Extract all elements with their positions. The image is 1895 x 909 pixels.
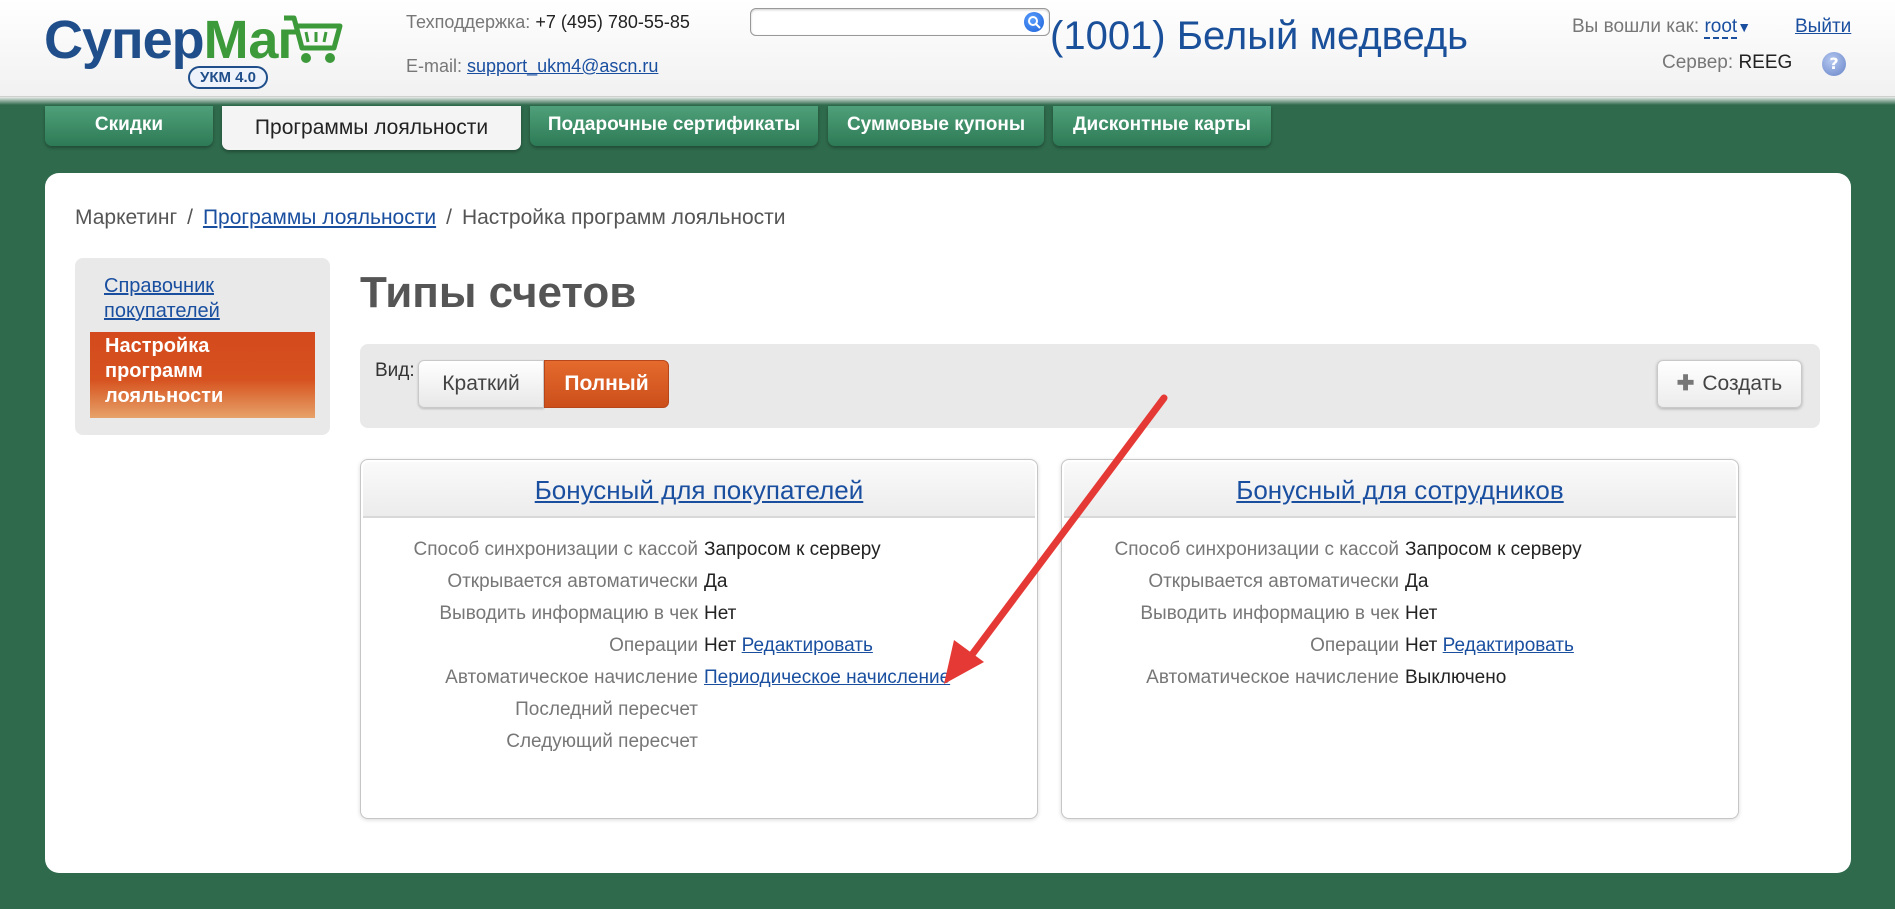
store-title: (1001) Белый медведь: [1050, 14, 1469, 58]
logo[interactable]: СуперМаг УКМ 4.0: [40, 8, 360, 90]
plus-icon: ✚: [1676, 372, 1695, 395]
breadcrumb: Маркетинг / Программы лояльности / Настройка…: [75, 206, 786, 229]
help-icon[interactable]: ?: [1822, 52, 1846, 76]
card-title-link[interactable]: Бонусный для покупателей: [535, 475, 864, 505]
card-title-link[interactable]: Бонусный для сотрудников: [1236, 475, 1563, 505]
edit-operations-link[interactable]: Редактировать: [742, 635, 873, 656]
card-row-operations: Операции Нет Редактировать: [609, 635, 873, 656]
card-row-receipt-info: Выводить информацию в чек Нет: [439, 603, 737, 624]
search-icon[interactable]: [1024, 12, 1044, 32]
card-row-auto-open: Открывается автоматически Да: [447, 571, 728, 592]
card-row-auto-accrual: Автоматическое начисление Периодическое н…: [445, 667, 951, 688]
view-label: Вид:: [375, 360, 415, 381]
breadcrumb-marketing: Маркетинг: [75, 206, 178, 229]
tab-discounts[interactable]: Скидки: [45, 106, 213, 146]
header-shadow: [0, 97, 1895, 105]
tab-loyalty-programs[interactable]: Программы лояльности: [222, 106, 521, 150]
periodic-accrual-link[interactable]: Периодическое начисление: [704, 667, 950, 688]
support-phone: Техподдержка: +7 (495) 780-55-85: [406, 12, 690, 32]
page-title: Типы счетов: [360, 268, 637, 317]
server-info: Сервер: REEG: [1662, 52, 1793, 73]
user-menu[interactable]: root: [1704, 16, 1738, 39]
caret-down-icon[interactable]: ▼: [1737, 19, 1751, 35]
breadcrumb-current: Настройка программ лояльности: [461, 206, 786, 229]
cart-icon: [284, 15, 343, 63]
card-row-next-recalc: Следующий пересчет: [506, 731, 698, 752]
sidebar-item-loyalty-settings[interactable]: Настройка программ лояльности: [90, 332, 315, 418]
logo-badge: УКМ 4.0: [188, 66, 269, 89]
tab-gift-certificates[interactable]: Подарочные сертификаты: [530, 106, 818, 146]
header: СуперМаг УКМ 4.0 Техподдержка: +7 (495) …: [0, 0, 1895, 97]
card-row-sync: Способ синхронизации с кассой Запросом к …: [413, 539, 881, 560]
login-info: Вы вошли как: root▼: [1572, 16, 1752, 39]
edit-operations-link[interactable]: Редактировать: [1443, 635, 1574, 656]
logout-link[interactable]: Выйти: [1795, 16, 1851, 38]
email-link[interactable]: support_ukm4@ascn.ru: [467, 56, 658, 76]
support-email: E-mail: support_ukm4@ascn.ru: [406, 56, 659, 76]
tab-discount-cards[interactable]: Дисконтные карты: [1053, 106, 1271, 146]
card-row-last-recalc: Последний пересчет: [515, 699, 698, 720]
view-short-button[interactable]: Краткий: [418, 360, 544, 408]
search-input[interactable]: [750, 8, 1050, 36]
sidebar-item-customers[interactable]: Справочник покупателей: [104, 274, 304, 324]
account-card-customers: Бонусный для покупателей Способ синхрони…: [360, 459, 1038, 819]
annotation-arrow-icon: [944, 394, 1168, 684]
view-full-button[interactable]: Полный: [544, 360, 669, 408]
breadcrumb-loyalty-link[interactable]: Программы лояльности: [203, 206, 436, 229]
logo-text: СуперМаг: [44, 10, 300, 70]
create-button[interactable]: ✚ Создать: [1657, 360, 1802, 408]
card-header: Бонусный для покупателей: [363, 462, 1035, 518]
tab-sum-coupons[interactable]: Суммовые купоны: [828, 106, 1044, 146]
